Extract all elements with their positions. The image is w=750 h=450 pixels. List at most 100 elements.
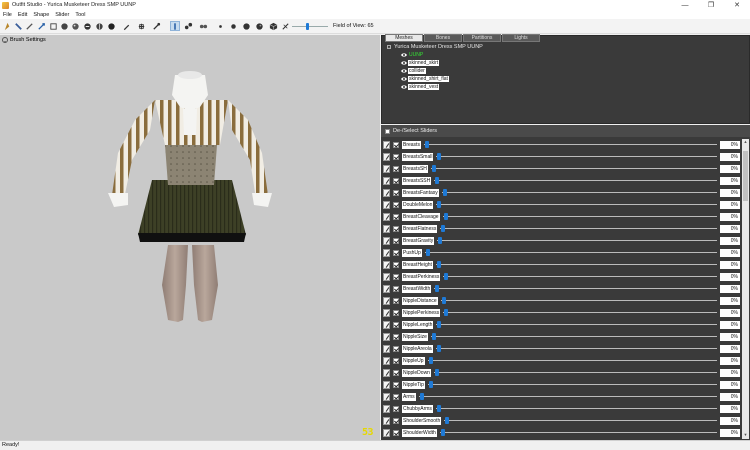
edit-slider-button[interactable] bbox=[383, 393, 390, 401]
slider-value[interactable]: 0% bbox=[720, 285, 740, 293]
slider-thumb[interactable] bbox=[429, 357, 433, 364]
visibility-eye-icon[interactable] bbox=[401, 53, 407, 57]
edit-slider-button[interactable] bbox=[383, 309, 390, 317]
slider-header[interactable]: De-/Select Sliders bbox=[381, 125, 750, 137]
slider-thumb[interactable] bbox=[432, 333, 436, 340]
mesh-tree-root[interactable]: - Yurica Musketeer Dress SMP UUNP bbox=[387, 44, 483, 50]
slider-thumb[interactable] bbox=[426, 249, 430, 256]
slider-thumb[interactable] bbox=[441, 429, 445, 436]
slider-value[interactable]: 0% bbox=[720, 213, 740, 221]
tab-bones[interactable]: Bones bbox=[424, 34, 462, 42]
slider-checkbox[interactable] bbox=[393, 178, 399, 184]
menu-edit[interactable]: Edit bbox=[18, 12, 27, 18]
edit-slider-button[interactable] bbox=[383, 297, 390, 305]
mesh-item[interactable]: skinned_vest bbox=[401, 84, 440, 90]
menu-file[interactable]: File bbox=[3, 12, 12, 18]
edit-slider-button[interactable] bbox=[383, 369, 390, 377]
edit-slider-button[interactable] bbox=[383, 189, 390, 197]
edit-slider-button[interactable] bbox=[383, 201, 390, 209]
edit-slider-button[interactable] bbox=[383, 177, 390, 185]
slider-track[interactable] bbox=[444, 420, 717, 421]
slider-checkbox[interactable] bbox=[393, 142, 399, 148]
slider-checkbox[interactable] bbox=[393, 274, 399, 280]
brush-strength-icon[interactable] bbox=[254, 21, 264, 31]
mesh-item[interactable]: UUNP bbox=[401, 52, 424, 58]
slider-checkbox[interactable] bbox=[393, 286, 399, 292]
slider-value[interactable]: 0% bbox=[720, 141, 740, 149]
view-front-icon[interactable] bbox=[170, 21, 180, 31]
select-all-checkbox[interactable] bbox=[385, 128, 390, 134]
transform-tool-icon[interactable] bbox=[136, 21, 146, 31]
slider-value[interactable]: 0% bbox=[720, 225, 740, 233]
slider-checkbox[interactable] bbox=[393, 418, 399, 424]
fov-slider-thumb[interactable] bbox=[306, 23, 309, 30]
slider-track[interactable] bbox=[443, 312, 717, 313]
slider-value[interactable]: 0% bbox=[720, 237, 740, 245]
slider-track[interactable] bbox=[436, 348, 717, 349]
slider-checkbox[interactable] bbox=[393, 298, 399, 304]
slider-thumb[interactable] bbox=[435, 177, 439, 184]
maximize-button[interactable]: ❐ bbox=[698, 0, 724, 10]
alpha-brush-icon[interactable] bbox=[106, 21, 116, 31]
slider-thumb[interactable] bbox=[445, 417, 449, 424]
slider-thumb[interactable] bbox=[429, 381, 433, 388]
edit-slider-button[interactable] bbox=[383, 429, 390, 437]
slider-track[interactable] bbox=[434, 180, 717, 181]
cube-view-icon[interactable] bbox=[268, 21, 278, 31]
tab-lights[interactable]: Lights bbox=[502, 34, 540, 42]
slider-track[interactable] bbox=[441, 300, 717, 301]
slider-thumb[interactable] bbox=[425, 141, 429, 148]
edit-slider-button[interactable] bbox=[383, 333, 390, 341]
brush-size-m-icon[interactable] bbox=[241, 21, 251, 31]
slider-value[interactable]: 0% bbox=[720, 309, 740, 317]
color-brush-icon[interactable] bbox=[94, 21, 104, 31]
slider-checkbox[interactable] bbox=[393, 382, 399, 388]
slider-value[interactable]: 0% bbox=[720, 417, 740, 425]
menu-slider[interactable]: Slider bbox=[55, 12, 69, 18]
visibility-eye-icon[interactable] bbox=[401, 77, 407, 81]
scroll-up-icon[interactable]: ▲ bbox=[742, 139, 749, 146]
select-brush-icon[interactable] bbox=[2, 21, 12, 31]
slider-value[interactable]: 0% bbox=[720, 297, 740, 305]
move-brush-icon[interactable] bbox=[48, 21, 58, 31]
menu-shape[interactable]: Shape bbox=[33, 12, 49, 18]
slider-thumb[interactable] bbox=[437, 345, 441, 352]
mesh-item[interactable]: skinned_shirt_flat bbox=[401, 76, 449, 82]
slider-checkbox[interactable] bbox=[393, 346, 399, 352]
slider-track[interactable] bbox=[436, 324, 717, 325]
collapse-icon[interactable]: - bbox=[387, 45, 391, 49]
slider-checkbox[interactable] bbox=[393, 430, 399, 436]
slider-thumb[interactable] bbox=[444, 213, 448, 220]
slider-thumb[interactable] bbox=[443, 189, 447, 196]
slider-track[interactable] bbox=[419, 396, 717, 397]
slider-value[interactable]: 0% bbox=[720, 261, 740, 269]
view-back-icon[interactable] bbox=[198, 21, 208, 31]
slider-track[interactable] bbox=[440, 432, 717, 433]
slider-value[interactable]: 0% bbox=[720, 429, 740, 437]
slider-checkbox[interactable] bbox=[393, 250, 399, 256]
slider-track[interactable] bbox=[434, 288, 717, 289]
slider-thumb[interactable] bbox=[444, 273, 448, 280]
slider-checkbox[interactable] bbox=[393, 214, 399, 220]
slider-value[interactable]: 0% bbox=[720, 345, 740, 353]
slider-checkbox[interactable] bbox=[393, 370, 399, 376]
slider-checkbox[interactable] bbox=[393, 226, 399, 232]
tab-meshes[interactable]: Meshes bbox=[385, 34, 423, 42]
brush-settings-toggle[interactable]: ⌄ Brush Settings bbox=[2, 37, 46, 43]
mesh-item[interactable]: skinned_skirt bbox=[401, 60, 440, 66]
mesh-item[interactable]: collider bbox=[401, 68, 426, 74]
pen-tool-icon[interactable] bbox=[121, 21, 131, 31]
slider-checkbox[interactable] bbox=[393, 154, 399, 160]
slider-track[interactable] bbox=[431, 168, 717, 169]
slider-checkbox[interactable] bbox=[393, 322, 399, 328]
slider-track[interactable] bbox=[431, 336, 717, 337]
edit-slider-button[interactable] bbox=[383, 225, 390, 233]
visibility-eye-icon[interactable] bbox=[401, 85, 407, 89]
visibility-eye-icon[interactable] bbox=[401, 69, 407, 73]
slider-checkbox[interactable] bbox=[393, 358, 399, 364]
slider-thumb[interactable] bbox=[437, 153, 441, 160]
slider-value[interactable]: 0% bbox=[720, 321, 740, 329]
slider-track[interactable] bbox=[436, 204, 717, 205]
slider-thumb[interactable] bbox=[442, 297, 446, 304]
slider-track[interactable] bbox=[437, 240, 717, 241]
